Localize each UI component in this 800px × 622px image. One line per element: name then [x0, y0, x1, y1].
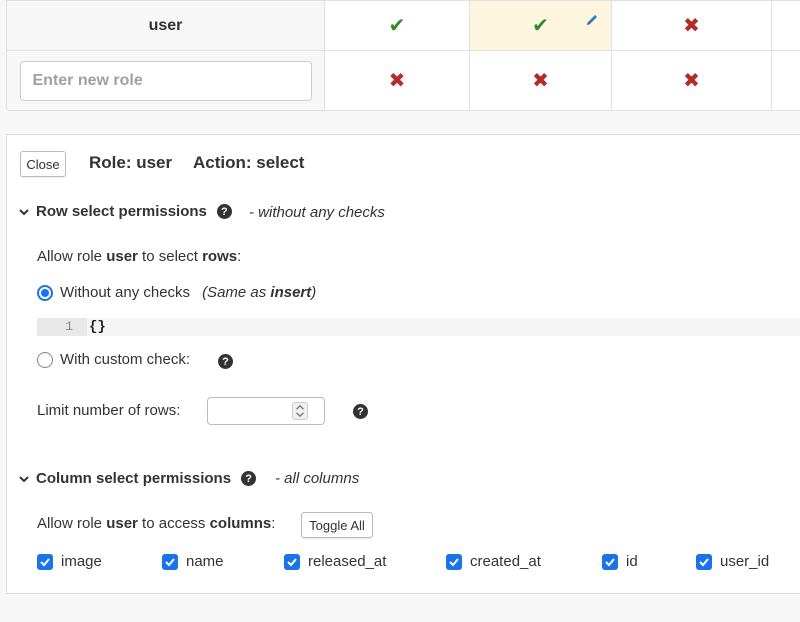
- radio-selected[interactable]: [37, 284, 53, 301]
- limit-rows-input[interactable]: [207, 397, 325, 425]
- same-as-insert-note: (Same as insert): [202, 284, 317, 301]
- cross-icon: ✖: [532, 69, 549, 92]
- radio-custom-check-label: With custom check:: [60, 351, 191, 368]
- number-spinner-icon[interactable]: [292, 402, 308, 420]
- permission-cell-update-new[interactable]: ✖: [612, 51, 772, 111]
- column-checkbox-created-at[interactable]: created_at: [446, 553, 541, 570]
- help-icon[interactable]: ?: [353, 404, 368, 419]
- column-checkbox-id[interactable]: id: [602, 553, 638, 570]
- help-icon[interactable]: ?: [218, 354, 233, 369]
- radio-without-checks[interactable]: Without any checks (Same as insert): [37, 284, 316, 301]
- role-name: user: [148, 16, 183, 34]
- checkbox-checked-icon[interactable]: [162, 553, 178, 570]
- permission-cell-select-new[interactable]: ✖: [470, 51, 612, 111]
- column-label: user_id: [720, 553, 770, 570]
- column-checkbox-user-id[interactable]: user_id: [696, 553, 769, 570]
- chevron-down-icon: [19, 475, 29, 482]
- column-label: released_at: [308, 553, 387, 570]
- help-icon[interactable]: ?: [241, 471, 257, 486]
- close-button[interactable]: Close: [20, 151, 66, 177]
- checkbox-checked-icon[interactable]: [602, 553, 618, 570]
- radio-custom-check[interactable]: With custom check:: [37, 351, 190, 368]
- column-label: name: [186, 553, 224, 570]
- row-section-title: Row select permissions: [36, 203, 207, 220]
- permission-edit-panel: Close Role: user Action: select Row sele…: [6, 134, 800, 594]
- permission-cell-delete-user[interactable]: [772, 1, 800, 51]
- chevron-down-icon: [19, 208, 29, 215]
- cross-icon: ✖: [683, 69, 700, 92]
- row-section-summary: - without any checks: [249, 204, 385, 221]
- permission-cell-insert-new[interactable]: ✖: [325, 51, 470, 111]
- toggle-all-button[interactable]: Toggle All: [301, 512, 373, 538]
- checkbox-checked-icon[interactable]: [446, 553, 462, 570]
- limit-rows-label: Limit number of rows:: [37, 402, 181, 419]
- help-icon[interactable]: ?: [216, 204, 232, 219]
- check-icon: ✔: [388, 14, 406, 37]
- new-role-input[interactable]: [19, 60, 312, 101]
- permission-cell-update-user[interactable]: ✖: [612, 1, 772, 51]
- role-cell-user: user: [7, 1, 325, 51]
- checkbox-checked-icon[interactable]: [37, 553, 53, 570]
- column-section-summary: - all columns: [275, 470, 360, 487]
- column-checkbox-released-at[interactable]: released_at: [284, 553, 386, 570]
- column-allow-text: Allow role user to access columns:: [37, 515, 276, 532]
- column-section-title: Column select permissions: [36, 470, 232, 487]
- role-heading: Role: user: [89, 153, 173, 172]
- column-checkbox-name[interactable]: name: [162, 553, 224, 570]
- radio-unselected[interactable]: [37, 351, 53, 368]
- permission-cell-select-user[interactable]: ✔: [470, 1, 612, 51]
- permission-cell-insert-user[interactable]: ✔: [325, 1, 470, 51]
- cross-icon: ✖: [683, 14, 700, 37]
- editor-code: {}: [89, 319, 106, 335]
- row-section-toggle[interactable]: Row select permissions ?: [18, 203, 232, 220]
- permission-cell-delete-new[interactable]: [772, 51, 800, 111]
- editor-line-number: 1: [37, 318, 87, 336]
- check-code-editor[interactable]: 1 {}: [37, 318, 800, 336]
- column-section-toggle[interactable]: Column select permissions ?: [18, 470, 257, 487]
- checkbox-checked-icon[interactable]: [284, 553, 300, 570]
- cross-icon: ✖: [388, 69, 406, 92]
- radio-without-checks-label: Without any checks: [60, 284, 191, 301]
- column-label: id: [626, 553, 638, 570]
- column-label: image: [61, 553, 102, 570]
- column-label: created_at: [470, 553, 541, 570]
- checkbox-checked-icon[interactable]: [696, 553, 712, 570]
- action-heading: Action: select: [193, 153, 305, 172]
- permissions-grid: user ✔ ✔ ✖ ✖ ✖ ✖: [6, 0, 800, 111]
- new-role-cell: [7, 51, 325, 111]
- check-icon: ✔: [532, 14, 549, 37]
- row-allow-text: Allow role user to select rows:: [37, 248, 242, 265]
- pencil-edit-icon[interactable]: [585, 13, 599, 27]
- column-checkbox-image[interactable]: image: [37, 553, 102, 570]
